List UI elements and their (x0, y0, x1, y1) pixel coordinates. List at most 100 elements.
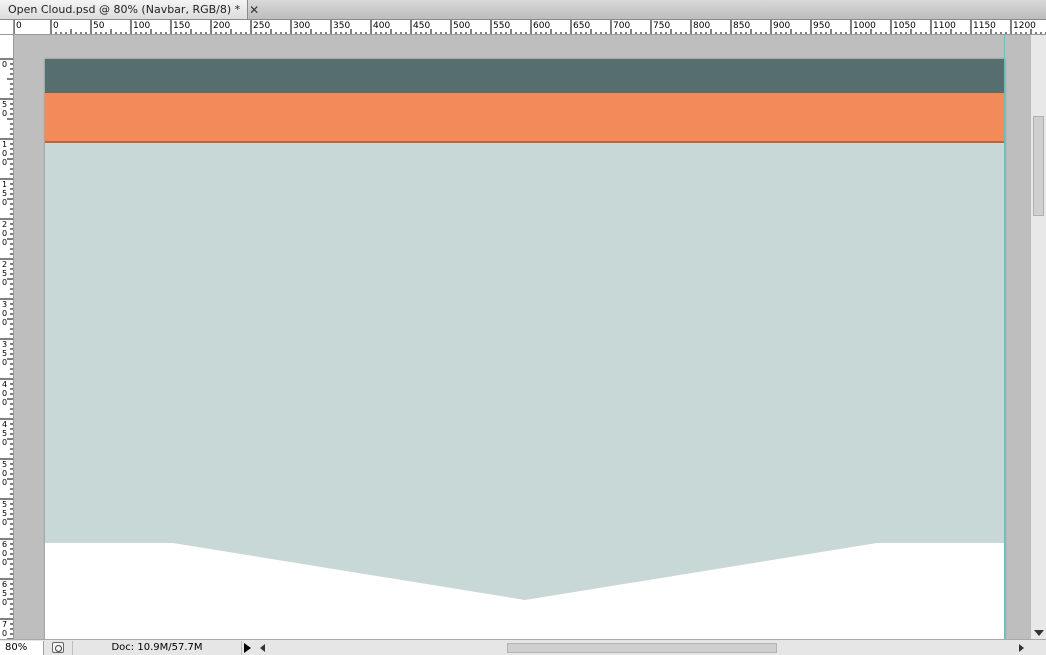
ruler-label-digit: 4 (2, 380, 7, 389)
ruler-label-digit: 2 (2, 220, 7, 229)
horizontal-ruler[interactable]: 0 0 50 100 150 200 250 300 350 400 450 500 550 600 650… (14, 20, 1046, 35)
navbar-orange-band (45, 93, 1005, 143)
scroll-left-icon[interactable] (260, 644, 265, 652)
ruler-label-digit: 5 (2, 189, 7, 198)
ruler-label-digit: 4 (2, 420, 7, 429)
ruler-label-digit: 5 (2, 349, 7, 358)
ruler-label-digit: 0 (2, 598, 7, 607)
ruler-label-digit: 5 (2, 589, 7, 598)
ruler-label-digit: 0 (2, 109, 7, 118)
ruler-label: 250 (2, 260, 7, 287)
ruler-label: 350 (333, 21, 350, 31)
ruler-label-digit: 5 (2, 100, 7, 109)
ruler-label: 500 (2, 460, 7, 487)
ruler-label: 700 (613, 21, 630, 31)
ruler-label-digit: 0 (2, 149, 7, 158)
ruler-label: 150 (2, 180, 7, 207)
ruler-label: 450 (2, 420, 7, 447)
canvas-area[interactable] (14, 35, 1030, 639)
close-tab-icon[interactable]: ✕ (249, 3, 259, 17)
scroll-down-icon[interactable] (1034, 630, 1044, 636)
ruler-label: 1100 (933, 21, 956, 31)
ruler-label: 550 (493, 21, 510, 31)
ruler-label: 400 (2, 380, 7, 407)
horizontal-scroll-thumb[interactable] (507, 643, 777, 653)
guide-line[interactable] (1004, 35, 1005, 639)
vertical-ruler-ticks: 05 01 0 01 5 02 0 02 5 03 0 03 5 04 0 04 5 05 0 05 5 06 0 06 5 07… (0, 58, 13, 639)
ruler-label-digit: 5 (2, 509, 7, 518)
vertical-scroll-thumb[interactable] (1033, 116, 1044, 216)
ruler-label: 400 (373, 21, 390, 31)
scroll-right-icon[interactable] (1019, 644, 1024, 652)
ruler-label-digit: 2 (2, 260, 7, 269)
ruler-label: 450 (413, 21, 430, 31)
status-bar: 80% Doc: 10.9M/57.7M (0, 639, 1046, 655)
status-menu-icon[interactable] (52, 642, 64, 653)
document-size-info: Doc: 10.9M/57.7M (72, 641, 242, 655)
ruler-label-digit: 0 (2, 358, 7, 367)
ruler-label: 0 (16, 21, 22, 31)
ruler-label-digit: 6 (2, 580, 7, 589)
document-tab-title: Open Cloud.psd @ 80% (Navbar, RGB/8) * (8, 3, 241, 16)
ruler-label-digit: 0 (2, 629, 7, 638)
ruler-label-digit: 5 (2, 500, 7, 509)
ruler-label-digit: 0 (2, 278, 7, 287)
ruler-label-digit: 0 (2, 389, 7, 398)
ruler-label: 300 (2, 300, 7, 327)
ruler-label-digit: 7 (2, 620, 7, 629)
ruler-label: 0 (53, 21, 59, 31)
ruler-label-digit: 3 (2, 340, 7, 349)
ruler-label-digit: 5 (2, 429, 7, 438)
ruler-label: 700 (2, 620, 7, 639)
ruler-label: 200 (2, 220, 7, 247)
ruler-label: 650 (573, 21, 590, 31)
ruler-label: 350 (2, 340, 7, 367)
ruler-label: 1000 (853, 21, 876, 31)
ruler-label: 50 (93, 21, 105, 31)
ruler-label: 100 (133, 21, 150, 31)
ruler-label: 550 (2, 500, 7, 527)
ruler-label-digit: 5 (2, 269, 7, 278)
ruler-label-digit: 5 (2, 460, 7, 469)
vertical-ruler[interactable]: 0501001502002503003504004505005506006507… (0, 35, 14, 639)
ruler-label-digit: 0 (2, 158, 7, 167)
ruler-label: 500 (453, 21, 470, 31)
ruler-label: 750 (653, 21, 670, 31)
expand-arrow-icon[interactable] (244, 643, 251, 653)
ruler-label-digit: 0 (2, 549, 7, 558)
hero-shape (45, 143, 1005, 600)
ruler-label: 250 (253, 21, 270, 31)
ruler-label-digit: 0 (2, 60, 7, 69)
ruler-label: 150 (173, 21, 190, 31)
ruler-label: 600 (2, 540, 7, 567)
ruler-label-digit: 0 (2, 309, 7, 318)
document-tab[interactable]: Open Cloud.psd @ 80% (Navbar, RGB/8) * ✕ (0, 0, 259, 19)
ruler-label: 50 (2, 100, 7, 118)
ruler-label-digit: 1 (2, 180, 7, 189)
vertical-scrollbar[interactable] (1030, 35, 1046, 639)
ruler-label-digit: 6 (2, 540, 7, 549)
ruler-label-digit: 0 (2, 398, 7, 407)
ruler-label: 950 (813, 21, 830, 31)
zoom-level-field[interactable]: 80% (0, 641, 44, 655)
ruler-label-digit: 1 (2, 140, 7, 149)
ruler-label: 300 (293, 21, 310, 31)
hero-section (45, 143, 1005, 600)
ruler-origin[interactable] (0, 20, 14, 35)
document-tab-bar: Open Cloud.psd @ 80% (Navbar, RGB/8) * ✕ (0, 0, 1046, 20)
navbar-dark-strip (45, 59, 1005, 93)
ruler-label: 600 (533, 21, 550, 31)
artboard[interactable] (45, 59, 1005, 639)
ruler-label-digit: 0 (2, 238, 7, 247)
horizontal-ruler-ticks: 0 0 50 100 150 200 250 300 350 400 450 500 550 600 650… (14, 20, 1046, 34)
ruler-label-digit: 3 (2, 300, 7, 309)
ruler-label-digit: 0 (2, 518, 7, 527)
ruler-label: 200 (213, 21, 230, 31)
horizontal-scrollbar[interactable] (254, 641, 1030, 655)
ruler-label-digit: 0 (2, 438, 7, 447)
ruler-label: 650 (2, 580, 7, 607)
ruler-label: 850 (733, 21, 750, 31)
ruler-label: 800 (693, 21, 710, 31)
ruler-label: 1050 (893, 21, 916, 31)
ruler-label-digit: 0 (2, 469, 7, 478)
